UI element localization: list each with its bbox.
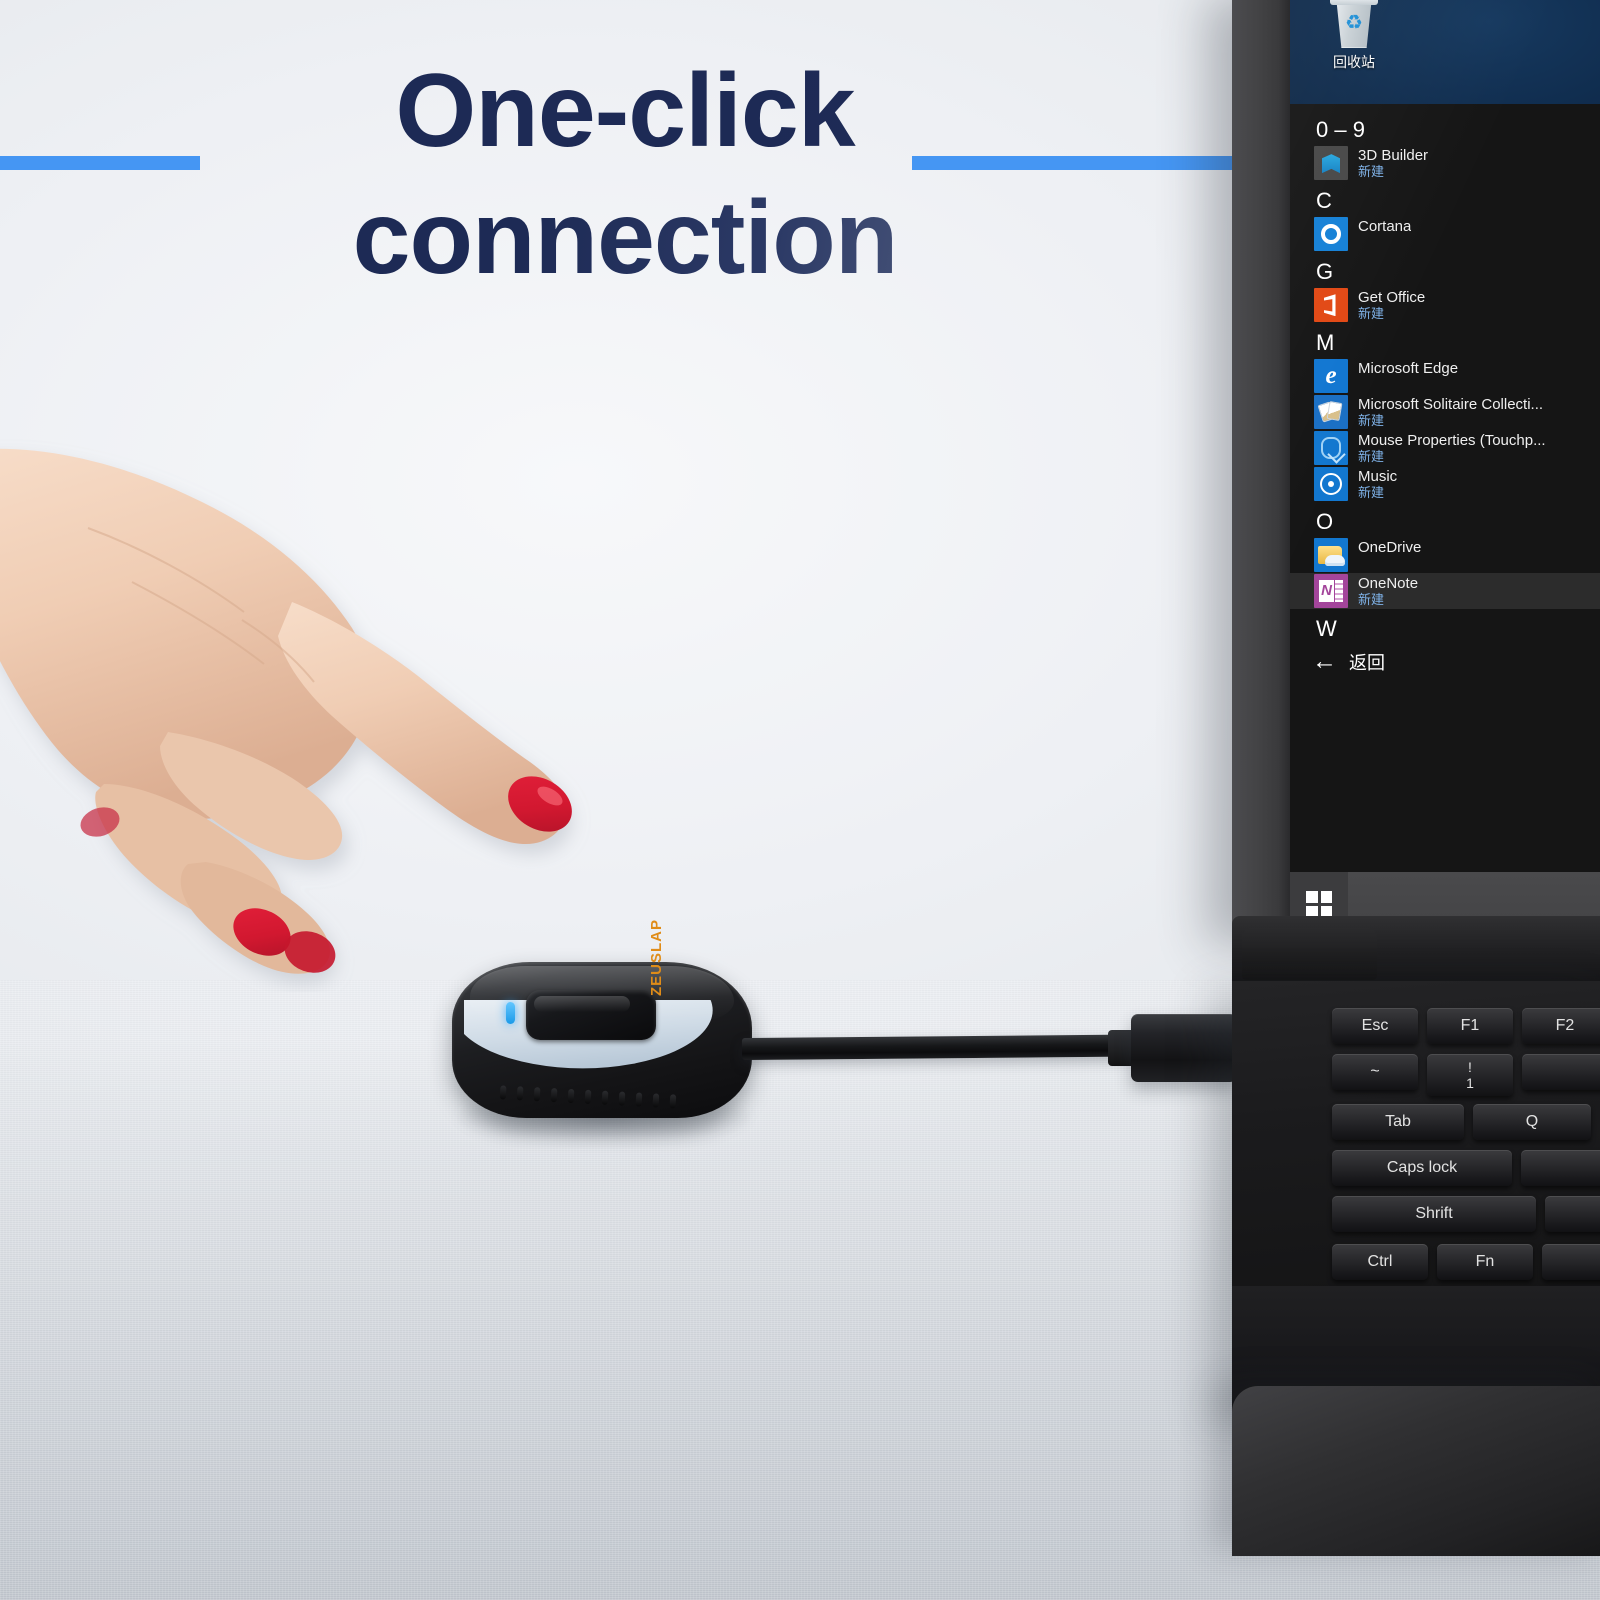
list-item[interactable]: OneDrive bbox=[1290, 537, 1600, 573]
app-sublabel: 新建 bbox=[1358, 413, 1385, 429]
3d-builder-icon bbox=[1314, 146, 1348, 181]
sensor-window bbox=[526, 990, 656, 1040]
key-z[interactable] bbox=[1545, 1196, 1600, 1232]
app-name: Get Office bbox=[1358, 289, 1426, 307]
pointing-hand bbox=[0, 448, 572, 974]
back-arrow-icon: ← bbox=[1312, 647, 1337, 676]
edge-icon: e bbox=[1314, 359, 1348, 394]
device-shell: ZEUSLAP bbox=[452, 919, 752, 1118]
keyboard-row-number[interactable]: ~ ! 1 bbox=[1332, 1054, 1600, 1096]
windows-logo-icon bbox=[1306, 891, 1332, 917]
scene-background: One-click connection ZEUSLAP ♻ 回收站 0 – 9… bbox=[0, 0, 1600, 1600]
recycle-bin-icon: ♻ bbox=[1327, 0, 1381, 50]
key-fn[interactable]: Fn bbox=[1437, 1244, 1533, 1280]
usb-connector-plug[interactable] bbox=[1131, 1014, 1237, 1082]
usb-cable bbox=[741, 1034, 1141, 1060]
app-sublabel: 新建 bbox=[1358, 592, 1385, 608]
app-sublabel: 新建 bbox=[1358, 164, 1385, 180]
get-office-icon bbox=[1314, 288, 1348, 323]
laptop-lower-chassis bbox=[1232, 1386, 1600, 1556]
group-header-c[interactable]: C bbox=[1290, 181, 1600, 216]
keyboard-row-tab[interactable]: Tab Q bbox=[1332, 1104, 1591, 1140]
laptop-screen[interactable]: ♻ 回收站 0 – 9 3D Builder 新建 C Cortana G Ge… bbox=[1290, 0, 1600, 872]
key-1-base: 1 bbox=[1466, 1075, 1474, 1091]
recycle-bin-label: 回收站 bbox=[1333, 54, 1375, 70]
key-tab[interactable]: Tab bbox=[1332, 1104, 1464, 1140]
group-header-w[interactable]: W bbox=[1290, 609, 1600, 644]
app-name: Mouse Properties (Touchp... bbox=[1358, 432, 1546, 450]
back-button[interactable]: ← 返回 bbox=[1290, 645, 1600, 675]
group-header-0-9[interactable]: 0 – 9 bbox=[1290, 110, 1600, 145]
start-menu-app-list[interactable]: 0 – 9 3D Builder 新建 C Cortana G Get Offi… bbox=[1290, 104, 1600, 872]
key-2[interactable] bbox=[1522, 1054, 1600, 1090]
list-item[interactable]: 3D Builder 新建 bbox=[1290, 145, 1600, 181]
list-item[interactable]: Music 新建 bbox=[1290, 466, 1600, 502]
app-name: Microsoft Edge bbox=[1358, 360, 1459, 378]
accent-rule-left bbox=[0, 156, 200, 170]
app-name: Music bbox=[1358, 468, 1398, 486]
onenote-icon: N bbox=[1314, 574, 1348, 609]
key-1-shift: ! bbox=[1468, 1059, 1472, 1075]
recycle-bin-shortcut[interactable]: ♻ 回收站 bbox=[1310, 0, 1398, 72]
key-f1[interactable]: F1 bbox=[1427, 1008, 1513, 1044]
status-led-icon bbox=[506, 1002, 515, 1024]
device-brand-label: ZEUSLAP bbox=[648, 918, 665, 996]
headline-line-2: connection bbox=[0, 175, 1250, 302]
laptop: ♻ 回收站 0 – 9 3D Builder 新建 C Cortana G Ge… bbox=[1232, 0, 1600, 1600]
laptop-hinge-cap bbox=[1242, 928, 1377, 980]
key-f2[interactable]: F2 bbox=[1522, 1008, 1600, 1044]
group-header-m[interactable]: M bbox=[1290, 323, 1600, 358]
key-caps-lock[interactable]: Caps lock bbox=[1332, 1150, 1512, 1186]
app-name: 3D Builder bbox=[1358, 147, 1429, 165]
usb-receiver-device[interactable]: ZEUSLAP bbox=[452, 919, 752, 1144]
keyboard-row-caps[interactable]: Caps lock bbox=[1332, 1150, 1600, 1186]
key-q[interactable]: Q bbox=[1473, 1104, 1591, 1140]
app-sublabel: 新建 bbox=[1358, 449, 1385, 465]
cortana-icon bbox=[1314, 217, 1348, 252]
screen-bezel-left bbox=[1232, 0, 1290, 936]
back-label: 返回 bbox=[1349, 652, 1385, 673]
music-icon bbox=[1314, 467, 1348, 502]
app-sublabel: 新建 bbox=[1358, 306, 1385, 322]
accent-rule-right bbox=[912, 156, 1272, 170]
laptop-lid: ♻ 回收站 0 – 9 3D Builder 新建 C Cortana G Ge… bbox=[1232, 0, 1600, 936]
page-title: One-click connection bbox=[0, 48, 1250, 302]
key-tilde[interactable]: ~ bbox=[1332, 1054, 1418, 1090]
key-a[interactable] bbox=[1521, 1150, 1600, 1186]
app-name: OneNote bbox=[1358, 575, 1419, 593]
list-item[interactable]: Cortana bbox=[1290, 216, 1600, 252]
app-sublabel: 新建 bbox=[1358, 485, 1385, 501]
key-win[interactable] bbox=[1542, 1244, 1600, 1280]
list-item[interactable]: e Microsoft Edge bbox=[1290, 358, 1600, 394]
group-header-g[interactable]: G bbox=[1290, 252, 1600, 287]
app-name: Microsoft Solitaire Collecti... bbox=[1358, 396, 1544, 414]
key-ctrl[interactable]: Ctrl bbox=[1332, 1244, 1428, 1280]
keyboard-row-shift[interactable]: Shrift bbox=[1332, 1196, 1600, 1232]
list-item[interactable]: Get Office 新建 bbox=[1290, 287, 1600, 323]
desktop-wallpaper: ♻ 回收站 bbox=[1290, 0, 1600, 104]
app-name: OneDrive bbox=[1358, 539, 1422, 557]
list-item[interactable]: Microsoft Solitaire Collecti... 新建 bbox=[1290, 394, 1600, 430]
key-shift[interactable]: Shrift bbox=[1332, 1196, 1536, 1232]
list-item[interactable]: Mouse Properties (Touchp... 新建 bbox=[1290, 430, 1600, 466]
solitaire-icon bbox=[1314, 395, 1348, 430]
keyboard-row-function[interactable]: Esc F1 F2 bbox=[1332, 1008, 1600, 1044]
app-name: Cortana bbox=[1358, 218, 1412, 236]
onedrive-icon bbox=[1314, 538, 1348, 573]
key-1[interactable]: ! 1 bbox=[1427, 1054, 1513, 1096]
hand-silhouette bbox=[0, 448, 566, 974]
list-item-selected[interactable]: N OneNote 新建 bbox=[1290, 573, 1600, 610]
group-header-o[interactable]: O bbox=[1290, 502, 1600, 537]
device-vents bbox=[499, 1085, 680, 1109]
key-esc[interactable]: Esc bbox=[1332, 1008, 1418, 1044]
mouse-properties-icon bbox=[1314, 431, 1348, 466]
keyboard-row-modifier[interactable]: Ctrl Fn bbox=[1332, 1244, 1600, 1280]
